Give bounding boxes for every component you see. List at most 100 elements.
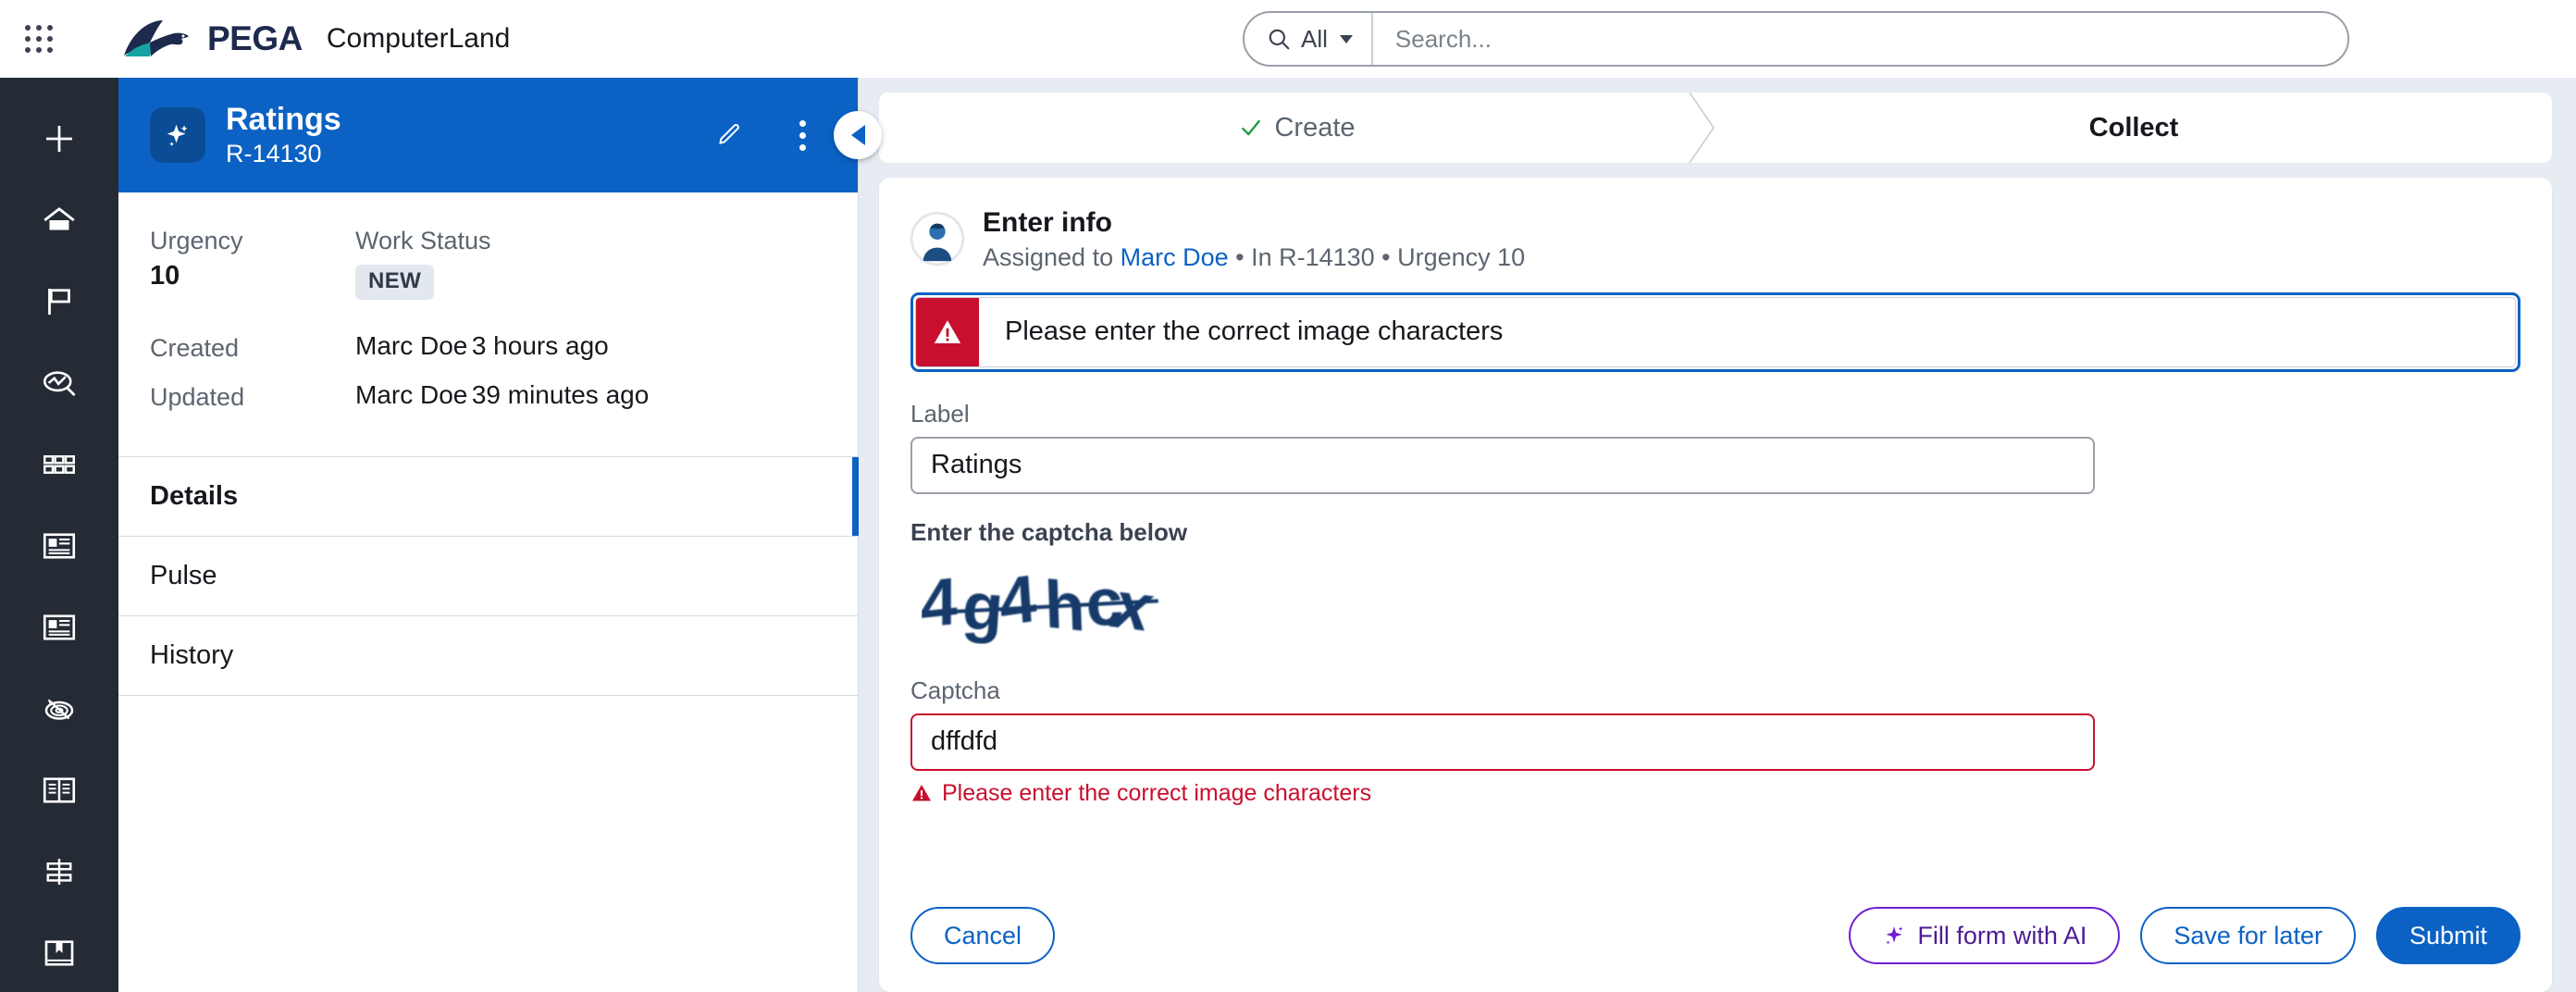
case-id: R-14130 [226, 139, 684, 168]
tab-pulse[interactable]: Pulse [118, 537, 858, 616]
rail-item-library[interactable] [0, 751, 118, 829]
app-body: Ratings R-14130 [0, 78, 2576, 992]
captcha-image-group: Enter the captcha below 4 g 4 [910, 518, 2520, 652]
brand[interactable]: PEGA ComputerLand [122, 19, 510, 59]
assignment-title-group: Enter info Assigned to Marc Doe • In R-1… [983, 205, 1525, 272]
work-status-field: Work Status NEW [355, 224, 826, 300]
stage-collect-label: Collect [2089, 113, 2179, 143]
captcha-image: 4 g 4 h c x [922, 564, 1199, 644]
captcha-inline-error: Please enter the correct image character… [910, 780, 2520, 807]
fill-form-with-ai-label: Fill form with AI [1917, 922, 2087, 950]
chevron-down-icon [1340, 35, 1353, 43]
cancel-button[interactable]: Cancel [910, 907, 1055, 964]
stage-breadcrumb: Create Collect [879, 93, 2552, 163]
rail-item-create[interactable] [0, 100, 118, 178]
updated-by-link[interactable]: Marc Doe [355, 380, 467, 409]
case-more-actions-button[interactable] [776, 109, 828, 161]
case-type-icon [150, 107, 205, 163]
rail-item-apps[interactable] [0, 426, 118, 503]
created-value-cell: Marc Doe 3 hours ago [355, 331, 826, 365]
updated-label: Updated [150, 380, 355, 414]
rail-item-org[interactable] [0, 833, 118, 911]
search-input[interactable] [1373, 13, 2347, 65]
label-field-group: Label [910, 400, 2520, 494]
updated-time: 39 minutes ago [472, 380, 649, 409]
rail-item-insights[interactable] [0, 344, 118, 422]
urgency-field: Urgency 10 [150, 224, 355, 300]
rail-item-goals[interactable] [0, 670, 118, 748]
tab-history-label: History [150, 640, 233, 671]
form-error-banner: Please enter the correct image character… [910, 292, 2520, 372]
rail-item-home[interactable] [0, 181, 118, 259]
rail-item-reports[interactable] [0, 589, 118, 666]
stage-divider-icon [1688, 93, 1715, 163]
search-scope-dropdown[interactable]: All [1245, 13, 1371, 65]
create-icon [40, 119, 79, 158]
assigned-to-link[interactable]: Marc Doe [1121, 243, 1229, 271]
form-error-banner-text: Please enter the correct image character… [979, 298, 1503, 366]
svg-text:4: 4 [997, 564, 1038, 640]
kebab-menu-icon [799, 120, 806, 151]
urgency-value: 10 [150, 261, 355, 291]
app-root: PEGA ComputerLand All [0, 0, 2576, 992]
form-actions: Cancel Fill form with AI Save for later … [910, 883, 2520, 992]
ai-sparkle-icon [1882, 924, 1906, 948]
assignment-title: Enter info [983, 205, 1525, 241]
submit-button[interactable]: Submit [2376, 907, 2520, 964]
created-by-link[interactable]: Marc Doe [355, 331, 467, 360]
form-error-banner-inner: Please enter the correct image character… [915, 297, 2516, 367]
pulse-search-icon [40, 364, 79, 403]
save-for-later-button[interactable]: Save for later [2140, 907, 2356, 964]
assignment-meta-rest: • In R-14130 • Urgency 10 [1229, 243, 1526, 271]
app-launcher-button[interactable] [0, 25, 78, 53]
case-summary: Urgency 10 Work Status NEW Created Marc … [118, 192, 858, 434]
target-icon [40, 689, 79, 728]
left-nav-rail [0, 78, 118, 992]
case-panel: Ratings R-14130 [118, 78, 859, 992]
app-name: ComputerLand [327, 23, 510, 55]
global-search: All [1243, 11, 2349, 67]
primary-actions: Fill form with AI Save for later Submit [1849, 907, 2520, 964]
summary-row-status: Urgency 10 Work Status NEW [118, 224, 858, 300]
status-badge: NEW [355, 265, 434, 300]
created-time: 3 hours ago [472, 331, 609, 360]
case-header: Ratings R-14130 [118, 78, 858, 192]
assignment-header: Enter info Assigned to Marc Doe • In R-1… [910, 205, 2520, 272]
summary-row-created: Created Marc Doe 3 hours ago [118, 331, 858, 365]
captcha-prompt: Enter the captcha below [910, 518, 2520, 547]
rail-item-flag[interactable] [0, 263, 118, 341]
captcha-input[interactable] [910, 713, 2095, 771]
label-input[interactable] [910, 437, 2095, 494]
tab-history[interactable]: History [118, 616, 858, 696]
org-chart-icon [40, 852, 79, 891]
rail-item-bookmarks[interactable] [0, 914, 118, 992]
case-title-group: Ratings R-14130 [226, 102, 684, 168]
news-card-icon [40, 527, 79, 565]
warning-triangle-small-icon [910, 782, 933, 804]
edit-case-button[interactable] [704, 109, 756, 161]
bookmark-book-icon [40, 934, 79, 973]
assignment-form: Label Enter the captcha below [910, 400, 2520, 831]
rail-item-dashboard[interactable] [0, 507, 118, 585]
apps-grid-icon [40, 445, 79, 484]
error-icon-block [916, 298, 979, 366]
flag-icon [40, 282, 79, 321]
work-status-label: Work Status [355, 224, 826, 257]
search-scope-label: All [1301, 25, 1328, 54]
search-icon [1267, 27, 1291, 51]
user-avatar-icon [911, 213, 963, 265]
created-label: Created [150, 331, 355, 365]
stage-collect[interactable]: Collect [1715, 93, 2552, 163]
tab-details[interactable]: Details [118, 457, 858, 537]
summary-row-updated: Updated Marc Doe 39 minutes ago [118, 380, 858, 414]
captcha-inline-error-text: Please enter the correct image character… [942, 780, 1371, 807]
stage-create[interactable]: Create [879, 93, 1715, 163]
collapse-panel-button[interactable] [834, 111, 882, 159]
top-bar: PEGA ComputerLand All [0, 0, 2576, 78]
created-label-cell: Created [150, 331, 355, 365]
stage-create-label: Create [1274, 113, 1355, 143]
avatar [910, 212, 964, 266]
fill-form-with-ai-button[interactable]: Fill form with AI [1849, 907, 2120, 964]
updated-label-cell: Updated [150, 380, 355, 414]
news-card-alt-icon [40, 608, 79, 647]
